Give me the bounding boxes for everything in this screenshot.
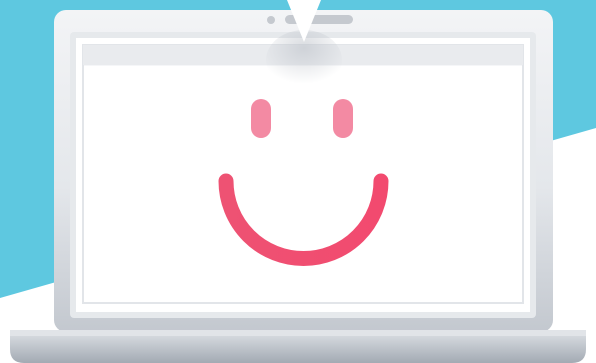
browser-content bbox=[84, 66, 522, 302]
right-eye bbox=[333, 99, 353, 138]
laptop-illustration bbox=[0, 0, 596, 363]
left-eye bbox=[251, 99, 271, 138]
illustration-scene bbox=[0, 0, 596, 363]
laptop-base bbox=[10, 333, 586, 363]
laptop-base-edge bbox=[10, 330, 586, 336]
webcam-icon bbox=[267, 16, 275, 24]
